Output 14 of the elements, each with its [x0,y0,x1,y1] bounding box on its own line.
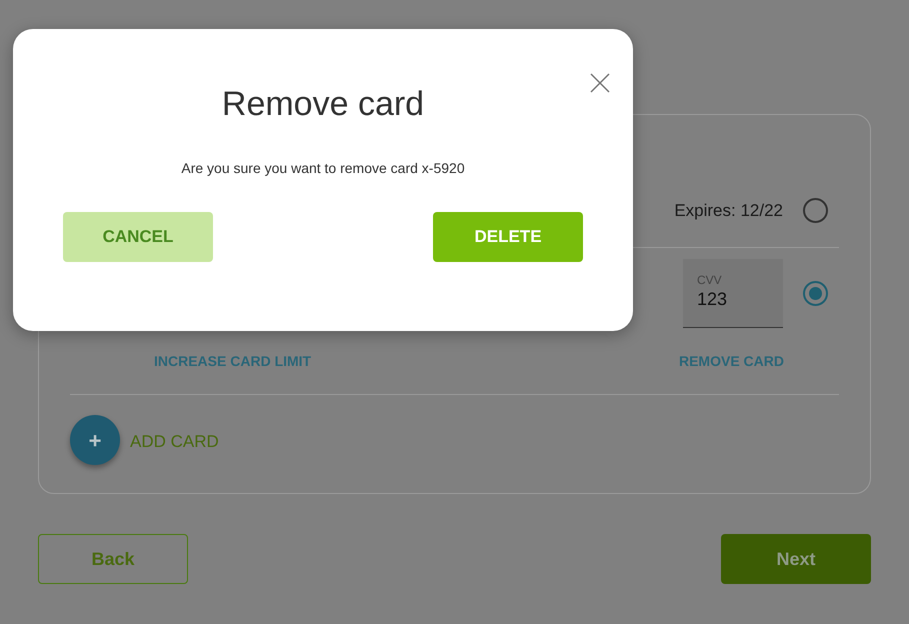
card-action-link[interactable]: INCREASE CARD LIMIT [154,350,312,372]
delete-button[interactable]: DELETE [433,212,583,262]
radio-button[interactable] [803,281,828,306]
dialog-message: Are you sure you want to remove card x-5920 [181,159,465,178]
add-card-label: ADD CARD [130,431,219,454]
next-button[interactable]: Next [721,534,871,584]
close-icon[interactable] [590,73,610,93]
add-card-button[interactable]: + [70,415,120,465]
card-action-link[interactable]: REMOVE CARD [678,350,784,372]
back-button[interactable]: Back [38,534,188,584]
cancel-button[interactable]: CANCEL [63,212,213,262]
radio-button[interactable] [803,198,828,223]
dialog-title: Remove card [222,84,424,124]
expiry-date: Expires: 12/22 [674,200,783,222]
